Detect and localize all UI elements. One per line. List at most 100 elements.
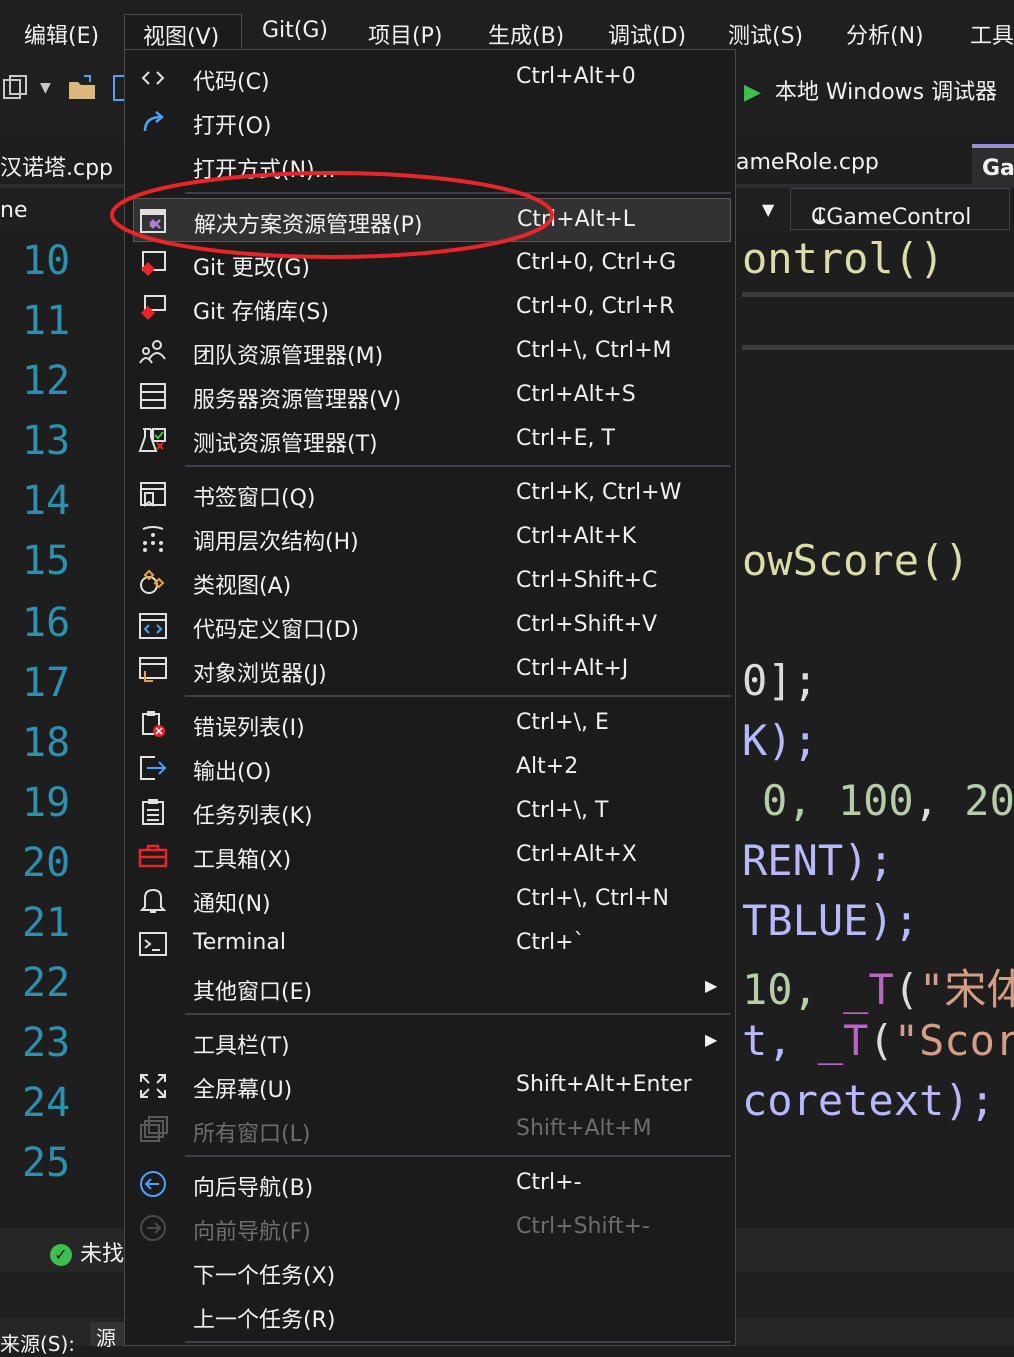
menu-item-git-repository[interactable]: Git 存储库(S) Ctrl+0, Ctrl+R — [133, 286, 731, 330]
menu-item-shortcut: Ctrl+Alt+L — [517, 207, 636, 232]
menu-separator — [185, 1341, 731, 1343]
menu-item-code-definition[interactable]: 代码定义窗口(D) Ctrl+Shift+V — [133, 604, 731, 648]
all-windows-icon — [140, 1116, 168, 1142]
menu-item-team-explorer[interactable]: 团队资源管理器(M) Ctrl+\, Ctrl+M — [133, 330, 731, 374]
menu-item-label: 打开(O) — [193, 114, 272, 139]
menu-edit[interactable]: 编辑(E) — [24, 18, 99, 50]
menu-item-toolbars[interactable]: 工具栏(T) ▶ — [133, 1020, 731, 1064]
menu-item-navigate-forward: 向前导航(F) Ctrl+Shift+- — [133, 1206, 731, 1250]
member-dropdown[interactable]: ↓ CGameControl — [790, 188, 1010, 230]
bell-icon — [139, 888, 167, 913]
menu-item-solution-explorer[interactable]: 解决方案资源管理器(P) Ctrl+Alt+L — [133, 198, 731, 242]
menu-item-open[interactable]: 打开(O) — [133, 100, 731, 144]
menu-item-open-with[interactable]: 打开方式(N)... — [133, 144, 731, 188]
menu-item-label: 全屏幕(U) — [193, 1078, 293, 1103]
test-explorer-icon — [138, 428, 166, 452]
menu-item-shortcut: Ctrl+\, Ctrl+M — [516, 338, 672, 363]
code-line: 0]; — [742, 656, 818, 705]
line-number: 20 — [22, 840, 71, 886]
menu-item-fullscreen[interactable]: 全屏幕(U) Shift+Alt+Enter — [133, 1064, 731, 1108]
status-text: 未找 — [80, 1242, 125, 1267]
output-source-dropdown[interactable]: 源 — [90, 1322, 124, 1350]
code-line: RENT); — [742, 836, 894, 885]
menu-item-git-changes[interactable]: Git 更改(G) Ctrl+0, Ctrl+G — [133, 242, 731, 286]
navigate-forward-icon — [140, 1215, 166, 1241]
menu-item-navigate-back[interactable]: 向后导航(B) Ctrl+- — [133, 1162, 731, 1206]
menu-item-shortcut: Alt+2 — [516, 754, 579, 779]
line-number: 16 — [22, 600, 71, 646]
team-explorer-icon — [139, 340, 166, 364]
menu-item-shortcut: Ctrl+E, T — [516, 426, 615, 451]
code-token: 0, — [762, 776, 838, 825]
chevron-down-icon[interactable]: ▼ — [762, 200, 774, 219]
line-number: 11 — [22, 298, 71, 344]
menu-git[interactable]: Git(G) — [262, 18, 328, 43]
line-number: 12 — [22, 358, 71, 404]
menu-item-shortcut: Ctrl+Shift+- — [516, 1214, 650, 1239]
line-number: 22 — [22, 960, 71, 1006]
new-item-icon[interactable] — [0, 72, 32, 104]
code-token: ( — [868, 1016, 894, 1065]
menu-item-shortcut: Ctrl+\, Ctrl+N — [516, 886, 670, 911]
git-repository-icon — [141, 295, 166, 320]
menu-item-other-windows[interactable]: 其他窗口(E) ▶ — [133, 966, 731, 1010]
tab-active[interactable]: Ga — [972, 144, 1014, 184]
code-line: owScore() — [742, 536, 970, 585]
menu-item-output[interactable]: 输出(O) Alt+2 — [133, 746, 731, 790]
code-token: , — [913, 776, 965, 825]
bookmark-window-icon — [140, 482, 166, 507]
menu-item-toolbox[interactable]: 工具箱(X) Ctrl+Alt+X — [133, 834, 731, 878]
menu-item-shortcut: Ctrl+0, Ctrl+G — [516, 250, 677, 275]
menu-build[interactable]: 生成(B) — [488, 18, 564, 50]
menu-tools[interactable]: 工具 — [970, 18, 1014, 50]
menu-item-test-explorer[interactable]: 测试资源管理器(T) Ctrl+E, T — [133, 418, 731, 462]
member-label: CGameControl — [811, 205, 972, 230]
menu-item-call-hierarchy[interactable]: 调用层次结构(H) Ctrl+Alt+K — [133, 516, 731, 560]
code-token: t, — [742, 1016, 818, 1065]
menu-item-error-list[interactable]: 错误列表(I) Ctrl+\, E — [133, 702, 731, 746]
menu-item-label: 所有窗口(L) — [193, 1122, 311, 1147]
open-arrow-icon — [143, 111, 164, 132]
code-line: 10, _T("宋体 — [742, 956, 1014, 1017]
menu-item-shortcut: Ctrl+` — [516, 930, 585, 955]
scope-dropdown[interactable]: ne — [0, 198, 27, 223]
menu-item-next-task[interactable]: 下一个任务(X) — [133, 1250, 731, 1294]
menu-item-shortcut: Ctrl+Alt+K — [516, 524, 637, 549]
menu-item-label: 代码(C) — [193, 70, 270, 95]
menu-item-shortcut: Ctrl+\, E — [516, 710, 609, 735]
menu-analyze[interactable]: 分析(N) — [846, 18, 924, 50]
menu-separator — [185, 695, 731, 697]
menu-item-class-view[interactable]: 类视图(A) Ctrl+Shift+C — [133, 560, 731, 604]
menu-debug[interactable]: 调试(D) — [608, 18, 686, 50]
menu-item-shortcut: Ctrl+Alt+X — [516, 842, 637, 867]
no-issues-indicator[interactable]: ✓ 未找 — [50, 1236, 124, 1268]
menu-item-previous-task[interactable]: 上一个任务(R) — [133, 1294, 731, 1338]
call-hierarchy-icon — [142, 526, 164, 552]
menu-item-bookmark-window[interactable]: 书签窗口(Q) Ctrl+K, Ctrl+W — [133, 472, 731, 516]
menu-item-code[interactable]: 代码(C) Ctrl+Alt+0 — [133, 56, 731, 100]
menu-item-server-explorer[interactable]: 服务器资源管理器(V) Ctrl+Alt+S — [133, 374, 731, 418]
menu-bar: 编辑(E) 视图(V) Git(G) 项目(P) 生成(B) 调试(D) 测试(… — [0, 0, 1014, 50]
menu-item-label: 对象浏览器(J) — [193, 662, 327, 687]
line-number: 17 — [22, 660, 71, 706]
menu-item-shortcut: Ctrl+Shift+C — [516, 568, 658, 593]
menu-item-notifications[interactable]: 通知(N) Ctrl+\, Ctrl+N — [133, 878, 731, 922]
start-debugger-button[interactable]: ▶ 本地 Windows 调试器 — [744, 74, 997, 106]
dropdown-caret-icon[interactable]: ▼ — [40, 80, 51, 96]
open-folder-icon[interactable] — [66, 72, 98, 104]
menu-project[interactable]: 项目(P) — [368, 18, 442, 50]
code-definition-icon — [139, 613, 167, 639]
line-number: 10 — [22, 238, 71, 284]
menu-item-terminal[interactable]: Terminal Ctrl+` — [133, 922, 731, 966]
debugger-label: 本地 Windows 调试器 — [774, 80, 998, 105]
view-menu-dropdown: 代码(C) Ctrl+Alt+0 打开(O) 打开方式(N)... 解决方案资源… — [124, 49, 736, 1346]
line-number: 15 — [22, 538, 71, 584]
menu-view[interactable]: 视图(V) — [124, 14, 242, 50]
menu-item-object-browser[interactable]: 对象浏览器(J) Ctrl+Alt+J — [133, 648, 731, 692]
menu-test[interactable]: 测试(S) — [728, 18, 803, 50]
code-divider — [742, 345, 1014, 350]
navigate-back-icon — [140, 1171, 166, 1197]
menu-item-label: 向前导航(F) — [193, 1220, 311, 1245]
play-icon: ▶ — [744, 80, 761, 105]
menu-item-task-list[interactable]: 任务列表(K) Ctrl+\, T — [133, 790, 731, 834]
